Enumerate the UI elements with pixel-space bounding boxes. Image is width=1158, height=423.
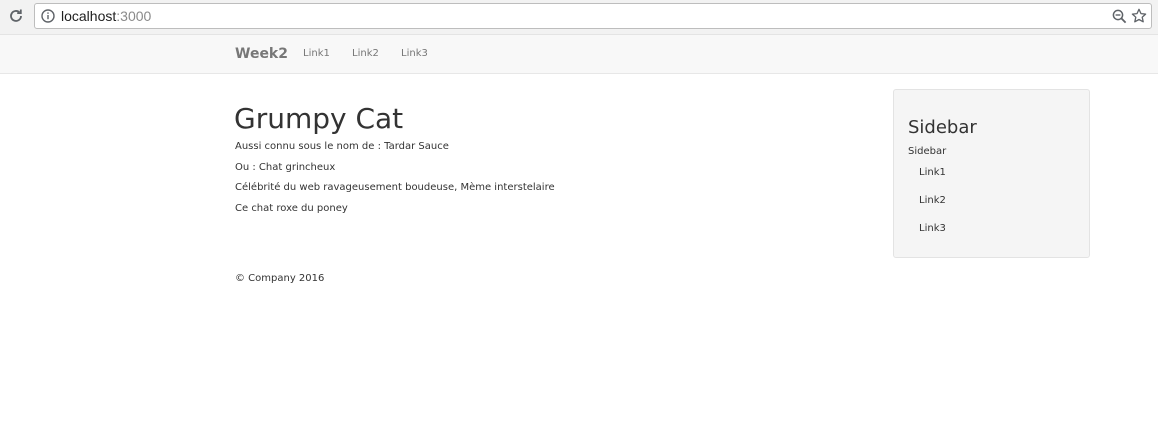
address-bar[interactable]: localhost:3000	[34, 3, 1152, 29]
paragraph-celebrity: Célébrité du web ravageusement boudeuse,…	[235, 182, 555, 193]
sidebar-link-2[interactable]: Link2	[919, 194, 946, 208]
paragraph-or: Ou : Chat grincheux	[235, 162, 336, 173]
footer-copyright: © Company 2016	[235, 273, 325, 284]
browser-toolbar: localhost:3000	[0, 0, 1158, 34]
sidebar-link-3[interactable]: Link3	[919, 222, 946, 236]
sidebar-title: Sidebar	[908, 117, 977, 138]
url-host: localhost	[61, 8, 117, 24]
info-icon[interactable]	[41, 9, 55, 23]
navbar: Week2 Link1 Link2 Link3	[0, 34, 1158, 74]
url-port: :3000	[116, 8, 152, 24]
page-title: Grumpy Cat	[234, 102, 404, 135]
reload-icon	[10, 9, 22, 22]
paragraph-aka: Aussi connu sous le nom de : Tardar Sauc…	[235, 141, 449, 152]
sidebar-subtitle: Sidebar	[908, 146, 947, 157]
zoom-out-icon[interactable]	[1112, 9, 1127, 24]
nav-link-2[interactable]: Link2	[352, 47, 379, 61]
nav-link-1[interactable]: Link1	[303, 47, 330, 61]
sidebar: Sidebar Sidebar Link1 Link2 Link3	[893, 89, 1090, 258]
url-text[interactable]: localhost:3000	[61, 8, 151, 24]
reload-button[interactable]	[6, 6, 26, 26]
nav-link-3[interactable]: Link3	[401, 47, 428, 61]
sidebar-link-1[interactable]: Link1	[919, 166, 946, 180]
star-icon[interactable]	[1131, 8, 1147, 24]
navbar-brand[interactable]: Week2	[235, 46, 288, 62]
paragraph-tagline: Ce chat roxe du poney	[235, 203, 348, 214]
